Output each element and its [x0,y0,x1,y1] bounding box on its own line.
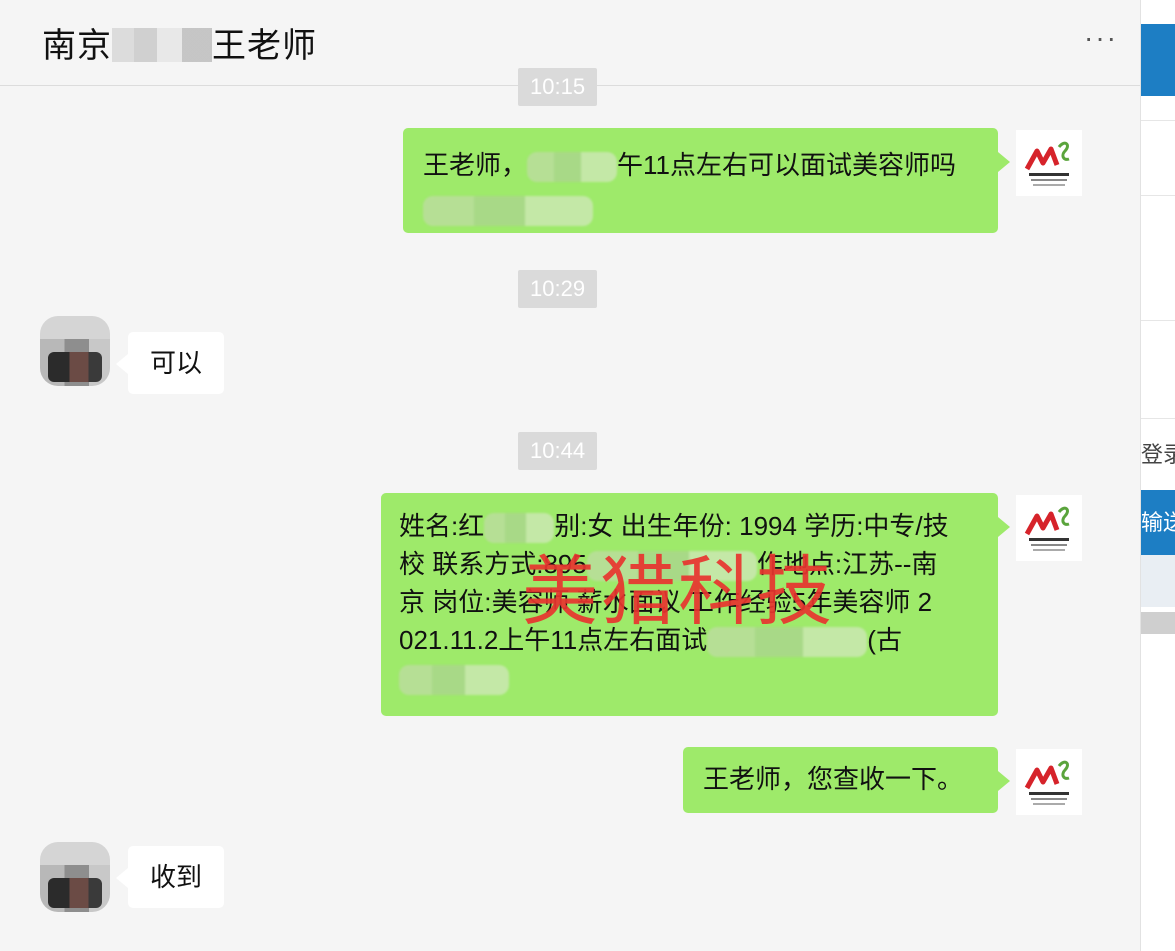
message-text: 王老师， [423,150,528,180]
message-text: 可以 [150,348,203,378]
message-text: 校 联系方式: [399,549,544,579]
divider [1141,195,1175,196]
company-logo-icon [1024,506,1070,551]
divider [1141,320,1175,321]
divider [1141,120,1175,121]
timestamp: 10:15 [518,68,598,106]
redacted-mosaic [112,28,212,62]
message-bubble-incoming[interactable]: 可以 [115,332,225,394]
side-panel-row [1141,555,1175,607]
timestamp: 10:29 [518,270,598,308]
company-logo-icon [1024,760,1070,805]
company-logo-icon [1024,141,1070,186]
side-panel: 登录 输送 [1141,0,1175,951]
message-text: 别:女 出生年份: 1994 学历:中专/技 [554,511,949,541]
side-panel-label[interactable]: 登录 [1141,437,1175,469]
more-options-button[interactable]: ··· [1084,22,1118,54]
message-bubble-outgoing[interactable]: 王老师， 午11点左右可以面试美容师吗 [403,128,1010,233]
my-avatar[interactable] [1016,130,1082,196]
chat-title-suffix: 王老师 [212,27,317,65]
message-text: 姓名:红 [399,511,485,541]
message-text: 895 [543,549,587,579]
message-bubble-incoming[interactable]: 收到 [115,846,225,908]
chat-title: 南京 王老师 [42,18,317,67]
message-text: 京 岗位:美容师 薪水面议 工作经验5年美容师 2 [399,587,933,617]
my-avatar[interactable] [1016,749,1082,815]
redacted-mosaic [707,627,868,658]
redacted-mosaic [484,513,555,544]
message-text: 021.11.2上午11点左右面试 [399,625,708,655]
my-avatar[interactable] [1016,495,1082,561]
message-text: 收到 [150,862,203,892]
message-bubble-outgoing[interactable]: 姓名:红 别:女 出生年份: 1994 学历:中专/技 校 联系方式:895 作地点… [381,493,1010,716]
message-text: 作地点:江苏--南 [756,549,938,579]
message-text: (古 [867,625,902,655]
chat-window: 南京 王老师 ··· 10:15 王老师， 午11点左右可以面试美容师吗 10:29… [0,0,1141,951]
contact-avatar[interactable] [40,842,110,912]
chat-title-prefix: 南京 [42,27,112,65]
scrollbar[interactable] [1141,612,1175,634]
side-panel-header [1141,24,1175,96]
redacted-mosaic [527,152,618,183]
redacted-mosaic [586,551,757,582]
timestamp: 10:44 [518,432,598,470]
message-bubble-outgoing[interactable]: 王老师，您查收一下。 [683,747,1010,813]
message-text: 午11点左右可以面试美容师吗 [617,150,957,180]
redacted-mosaic [399,665,509,696]
redacted-mosaic [423,196,593,227]
divider [1141,418,1175,419]
contact-avatar[interactable] [40,316,110,386]
side-panel-button[interactable]: 输送 [1141,490,1175,555]
message-text: 王老师，您查收一下。 [703,764,964,794]
